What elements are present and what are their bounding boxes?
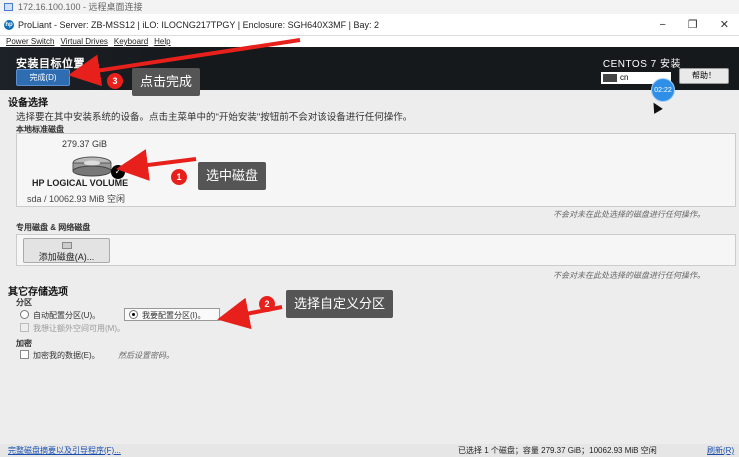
menu-bar: Power Switch Virtual Drives Keyboard Hel…	[0, 36, 739, 47]
manual-partition-radio[interactable]	[129, 310, 138, 319]
add-disk-label: 添加磁盘(A)...	[38, 252, 95, 262]
encrypt-heading: 加密	[16, 339, 32, 348]
keyboard-layout: cn	[620, 73, 629, 82]
menu-keyboard[interactable]: Keyboard	[114, 36, 148, 47]
minimize-icon[interactable]: −	[659, 14, 665, 36]
menu-help[interactable]: Help	[154, 36, 170, 47]
rdp-title: 172.16.100.100 - 远程桌面连接	[18, 2, 143, 12]
help-button[interactable]: 帮助！	[679, 68, 729, 84]
status-bar: 完整磁盘摘要以及引导程序(F)... 已选择 1 个磁盘；容量 279.37 G…	[0, 444, 739, 457]
disk-add-icon	[62, 242, 72, 249]
menu-virtual-drives[interactable]: Virtual Drives	[60, 36, 107, 47]
hard-disk-icon[interactable]	[70, 155, 114, 177]
rdp-titlebar: 172.16.100.100 - 远程桌面连接	[0, 0, 739, 14]
step3-badge: 3	[107, 73, 123, 89]
disk-name: HP LOGICAL VOLUME	[32, 178, 129, 188]
step1-badge: 1	[171, 169, 187, 185]
other-options-heading: 其它存储选项	[8, 287, 68, 298]
encrypt-label[interactable]: 加密我的数据(E)。	[33, 350, 100, 361]
disk-info: sda / 10062.93 MiB 空闲	[27, 194, 126, 204]
hp-logo-icon: hp	[4, 20, 14, 30]
manual-partition-label[interactable]: 我要配置分区(I)。	[142, 310, 206, 321]
product-title: CENTOS 7 安装	[602, 59, 681, 70]
step2-callout: 选择自定义分区	[286, 290, 394, 318]
encrypt-hint: 然后设置密码。	[118, 351, 174, 360]
special-disks-heading: 专用磁盘 & 网络磁盘	[16, 223, 91, 232]
encrypt-checkbox[interactable]	[20, 350, 29, 359]
extra-space-checkbox[interactable]	[20, 323, 29, 332]
refresh-link[interactable]: 刷新(R)	[707, 444, 734, 457]
remote-desktop-icon	[4, 3, 13, 11]
disk-selected-check-icon: ✓	[111, 165, 125, 179]
special-disks-panel	[16, 234, 736, 266]
selection-status: 已选择 1 个磁盘；容量 279.37 GiB；10062.93 MiB 空闲	[458, 446, 657, 455]
auto-partition-label[interactable]: 自动配置分区(U)。	[33, 310, 100, 321]
window-controls: − ❐ ✕	[659, 14, 729, 36]
done-button[interactable]: 完成(D)	[16, 69, 70, 86]
special-disks-note: 不会对未在此处选择的磁盘进行任何操作。	[553, 271, 705, 280]
disk-size: 279.37 GiB	[62, 139, 108, 149]
close-icon[interactable]: ✕	[720, 14, 729, 36]
disk-summary-link[interactable]: 完整磁盘摘要以及引导程序(F)...	[8, 444, 121, 457]
restore-icon[interactable]: ❐	[688, 14, 698, 36]
local-disks-note: 不会对未在此处选择的磁盘进行任何操作。	[553, 210, 705, 219]
device-select-description: 选择要在其中安装系统的设备。点击主菜单中的"开始安装"按钮前不会对该设备进行任何…	[16, 112, 413, 123]
extra-space-label: 我想让额外空间可用(M)。	[33, 324, 125, 333]
step1-callout: 选中磁盘	[198, 162, 267, 190]
window-titlebar: hp ProLiant - Server: ZB-MSS12 | iLO: IL…	[0, 14, 739, 36]
keyboard-icon	[603, 73, 617, 82]
auto-partition-radio[interactable]	[20, 310, 29, 319]
add-disk-button[interactable]: 添加磁盘(A)...	[23, 238, 110, 263]
menu-power-switch[interactable]: Power Switch	[6, 36, 54, 47]
timer-badge: 02:22	[651, 78, 675, 102]
device-select-heading: 设备选择	[8, 98, 48, 109]
step2-badge: 2	[259, 296, 275, 312]
partition-heading: 分区	[16, 298, 32, 307]
step3-callout: 点击完成	[132, 68, 201, 96]
window-title: ProLiant - Server: ZB-MSS12 | iLO: ILOCN…	[18, 20, 379, 30]
